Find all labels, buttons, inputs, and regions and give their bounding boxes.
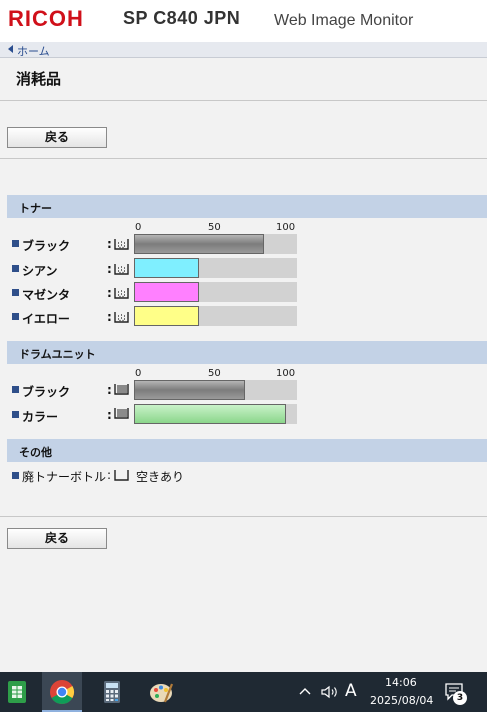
bullet-icon [12,411,19,418]
chrome-icon [50,680,75,705]
section-drum-unit: ドラムユニット [7,341,487,364]
toner-label-cyan: シアン [22,264,58,278]
toner-cartridge-icon [114,264,129,275]
drum-level-color [134,404,286,424]
toner-level-magenta [134,282,199,302]
section-drum-title: ドラムユニット [19,348,96,361]
bullet-icon [12,472,19,479]
scale-label-100: 100 [276,368,296,379]
divider [0,100,487,101]
windows-taskbar: A 14:06 2025/08/04 3 [0,672,487,712]
speaker-icon[interactable] [320,684,340,700]
spreadsheet-icon [8,681,26,703]
toner-level-black [134,234,264,254]
scale-label-0: 0 [135,368,142,379]
drum-gauge-color [134,404,297,424]
bullet-icon [12,386,19,393]
product-name: Web Image Monitor [274,12,414,29]
bullet-icon [12,289,19,296]
waste-toner-label: 廃トナーボトル [22,470,107,484]
ricoh-logo: RICOH [8,6,84,31]
clock-date[interactable]: 2025/08/04 [370,694,433,707]
toner-cartridge-icon [114,288,129,299]
bullet-icon [12,265,19,272]
scale-label-50: 50 [208,368,221,379]
drum-level-black [134,380,245,400]
toner-label-magenta: マゼンタ [22,288,71,302]
calculator-icon [104,681,120,703]
paint-icon [150,683,174,703]
toner-gauge-black [134,234,297,254]
section-other-title: その他 [19,446,52,459]
drum-unit-icon [114,408,129,419]
scale-label-0: 0 [135,222,142,233]
clock-time[interactable]: 14:06 [385,676,417,689]
section-toner-title: トナー [19,202,52,215]
divider [0,516,487,517]
notification-count-badge: 3 [453,691,467,705]
printer-model: SP C840 JPN [123,8,241,28]
toner-label-black: ブラック [22,239,71,253]
section-other: その他 [7,439,487,462]
bullet-icon [12,313,19,320]
waste-toner-bottle-icon [114,470,129,481]
chevron-up-icon[interactable] [298,685,312,699]
page-title: 消耗品 [16,70,62,88]
paint-app-button[interactable] [141,672,181,712]
calculator-app-button[interactable] [92,672,132,712]
drum-label-color: カラー [22,410,59,424]
toner-gauge-magenta [134,282,297,302]
drum-unit-icon [114,384,129,395]
chrome-app-button[interactable] [42,672,82,712]
toner-level-cyan [134,258,199,278]
divider [0,158,487,159]
toner-label-yellow: イエロー [22,312,70,326]
waste-toner-status: 空きあり [136,470,185,484]
section-toner: トナー [7,195,487,218]
toner-gauge-yellow [134,306,297,326]
toner-cartridge-icon [114,312,129,323]
drum-gauge-black [134,380,297,400]
notification-center-button[interactable]: 3 [443,680,469,706]
scale-label-50: 50 [208,222,221,233]
back-arrow-icon [8,45,13,53]
app-header: RICOH SP C840 JPN Web Image Monitor [0,0,487,42]
ime-indicator[interactable]: A [345,681,357,701]
toner-level-yellow [134,306,199,326]
bullet-icon [12,240,19,247]
drum-label-black: ブラック [22,385,71,399]
home-link[interactable]: ホーム [17,43,50,59]
spreadsheet-app-button[interactable] [0,672,40,712]
back-button-top[interactable]: 戻る [7,127,107,148]
back-button-bottom[interactable]: 戻る [7,528,107,549]
scale-label-100: 100 [276,222,296,233]
toner-gauge-cyan [134,258,297,278]
breadcrumb: ホーム [0,42,487,58]
toner-cartridge-icon [114,239,129,250]
